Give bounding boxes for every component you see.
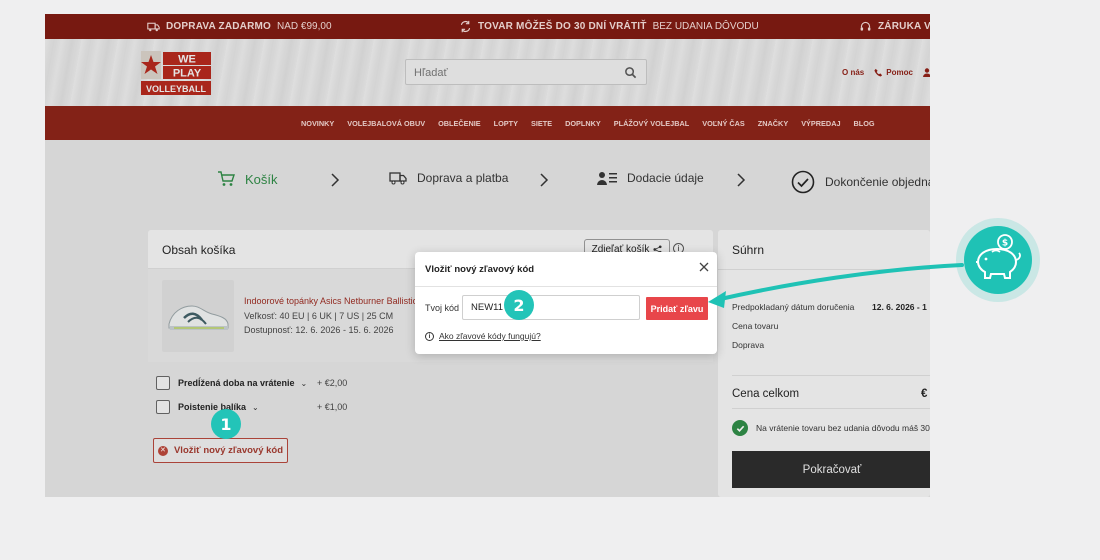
about-link[interactable]: O nás — [842, 68, 864, 77]
product-name[interactable]: Indoorové topánky Asics Netburner Ballis… — [244, 296, 417, 306]
search-icon[interactable] — [624, 66, 637, 79]
header-links: O nás Pomoc — [842, 68, 930, 77]
nav-list: NOVINKY VOLEJBALOVÁ OBUV OBLEČENIE LOPTY SIE… — [301, 119, 875, 128]
truck-icon — [147, 22, 160, 32]
divider — [732, 375, 930, 376]
return-info: TOVAR MÔŽEŠ DO 30 DNÍ VRÁTIŤ BEZ UDANIA … — [459, 20, 759, 33]
chevron-right-icon — [331, 173, 340, 187]
annotation-arrow — [708, 263, 964, 308]
nav-item[interactable]: NOVINKY — [301, 119, 334, 128]
warranty-bold: ZÁRUKA VRÁ — [878, 21, 930, 32]
free-shipping-info: DOPRAVA ZADARMO NAD €99,00 — [147, 20, 332, 33]
nav-item[interactable]: VÝPREDAJ — [801, 119, 840, 128]
shoe-icon — [168, 305, 229, 330]
truck-icon — [389, 172, 407, 185]
checkout-steps: Košík Doprava a platba Dodacie údaje Dok… — [45, 140, 930, 226]
info-icon: i — [425, 331, 434, 341]
checkbox[interactable] — [156, 400, 170, 414]
shipping-price-label: Doprava — [732, 340, 765, 350]
weplay-logo[interactable]: WE PLAY VOLLEYBALL — [141, 51, 213, 97]
piggy-bank-icon: $ — [964, 226, 1032, 294]
nav-item[interactable]: PLÁŽOVÝ VOLEJBAL — [614, 119, 689, 128]
return-note-text: Na vrátenie tovaru bez udania dôvodu máš… — [756, 423, 930, 433]
nav-item[interactable]: BLOG — [854, 119, 875, 128]
step-shipping[interactable]: Doprava a platba — [389, 170, 508, 186]
option-label: Poistenie balíka — [178, 402, 247, 412]
site-header: WE PLAY VOLLEYBALL Hľadať O nás Pomoc — [45, 39, 930, 106]
code-label: Tvoj kód — [425, 303, 460, 313]
product-availability: Dostupnosť: 12. 6. 2026 - 15. 6. 2026 — [244, 325, 394, 335]
contact-card-icon — [597, 172, 617, 185]
step-cart[interactable]: Košík — [217, 170, 278, 188]
svg-text:$: $ — [1002, 239, 1008, 249]
step-cart-label: Košík — [245, 171, 278, 187]
return-rest: BEZ UDANIA DÔVODU — [652, 21, 759, 32]
divider — [415, 286, 717, 287]
help-link-label: Pomoc — [886, 68, 913, 77]
add-discount-button[interactable]: Pridať zľavu — [646, 297, 708, 320]
chevron-down-icon[interactable]: ⌄ — [301, 379, 308, 388]
total-label: Cena celkom — [732, 388, 800, 400]
coupon-icon: ✕ — [157, 445, 168, 456]
step-badge-2: 2 — [504, 290, 534, 320]
modal-title: Vložiť nový zľavový kód — [425, 264, 535, 275]
cart-title: Obsah košíka — [162, 243, 236, 257]
checkbox[interactable] — [156, 376, 170, 390]
option-price: + €1,00 — [317, 402, 348, 412]
check-icon — [732, 420, 748, 436]
headset-icon — [860, 21, 871, 31]
main-navigation: NOVINKY VOLEJBALOVÁ OBUV OBLEČENIE LOPTY SIE… — [45, 106, 930, 140]
search-placeholder: Hľadať — [414, 67, 448, 79]
chevron-down-icon[interactable]: ⌄ — [252, 403, 259, 412]
product-image[interactable] — [162, 280, 234, 352]
nav-item[interactable]: VOLEJBALOVÁ OBUV — [347, 119, 425, 128]
step-finish[interactable]: Dokončenie objednávky — [791, 170, 930, 194]
shipping-bold: DOPRAVA ZADARMO — [166, 21, 272, 32]
coupon-modal: Vložiť nový zľavový kód Tvoj kód Pridať … — [415, 252, 717, 354]
step-finish-label: Dokončenie objednávky — [825, 175, 930, 189]
shipping-rest: NAD €99,00 — [277, 21, 332, 32]
add-coupon-button[interactable]: ✕ Vložiť nový zľavový kód — [153, 438, 288, 463]
chevron-right-icon — [540, 173, 549, 187]
warranty-info: ZÁRUKA VRÁ — [859, 20, 930, 33]
continue-button[interactable]: Pokračovať — [732, 451, 930, 488]
nav-item[interactable]: DOPLNKY — [565, 119, 601, 128]
nav-item[interactable]: SIETE — [531, 119, 552, 128]
option-package-insurance[interactable]: Poistenie balíka ⌄ + €1,00 — [156, 400, 347, 414]
divider — [732, 408, 930, 409]
return-note: Na vrátenie tovaru bez udania dôvodu máš… — [732, 420, 930, 436]
logo-play: PLAY — [173, 68, 202, 80]
howto-row: i Ako zľavové kódy fungujú? — [425, 331, 541, 341]
return-arrows-icon — [460, 20, 471, 33]
return-bold: TOVAR MÔŽEŠ DO 30 DNÍ VRÁTIŤ — [478, 21, 647, 32]
step-badge-1: 1 — [211, 409, 241, 439]
nav-item[interactable]: ZNAČKY — [758, 119, 788, 128]
top-info-bar: DOPRAVA ZADARMO NAD €99,00 TOVAR MÔŽEŠ D… — [45, 14, 930, 39]
nav-item[interactable]: VOĽNÝ ČAS — [702, 119, 745, 128]
step-delivery[interactable]: Dodacie údaje — [597, 170, 704, 186]
step-shipping-label: Doprava a platba — [417, 171, 509, 185]
user-icon[interactable] — [922, 68, 930, 77]
search-box[interactable]: Hľadať — [405, 59, 647, 85]
product-size: Veľkosť: 40 EU | 6 UK | 7 US | 25 CM — [244, 311, 394, 321]
phone-icon — [874, 68, 883, 77]
option-label: Predĺžená doba na vrátenie — [178, 378, 295, 388]
logo-we: WE — [178, 54, 196, 66]
check-circle-icon — [791, 170, 815, 194]
option-price: + €2,00 — [317, 378, 348, 388]
step-delivery-label: Dodacie údaje — [627, 171, 704, 185]
howto-link[interactable]: Ako zľavové kódy fungujú? — [439, 331, 541, 341]
logo-volleyball: VOLLEYBALL — [146, 84, 207, 94]
chevron-right-icon — [737, 173, 746, 187]
nav-item[interactable]: LOPTY — [494, 119, 518, 128]
nav-item[interactable]: OBLEČENIE — [438, 119, 481, 128]
coupon-code-input[interactable] — [462, 295, 640, 320]
add-coupon-label: Vložiť nový zľavový kód — [173, 445, 284, 456]
help-link[interactable]: Pomoc — [874, 68, 913, 77]
option-extended-return[interactable]: Predĺžená doba na vrátenie ⌄ + €2,00 — [156, 376, 347, 390]
cart-icon — [218, 171, 235, 186]
total-currency: € — [921, 388, 928, 400]
